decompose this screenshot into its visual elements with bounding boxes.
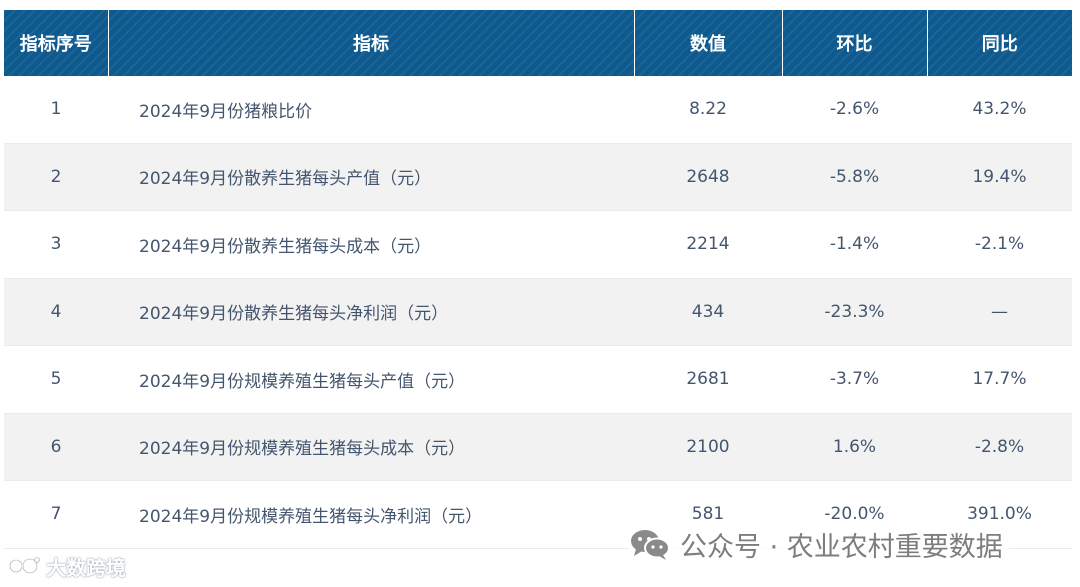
cell-indicator: 2024年9月份规模养殖生猪每头产值（元） [108,345,634,414]
wechat-icon [631,530,670,560]
cell-indicator: 2024年9月份规模养殖生猪每头净利润（元） [108,480,634,549]
table-row: 5 2024年9月份规模养殖生猪每头产值（元） 2681 -3.7% 17.7% [4,345,1072,414]
table-row: 4 2024年9月份散养生猪每头净利润（元） 434 -23.3% — [4,278,1072,346]
cell-value: 2681 [634,345,782,414]
cell-yoy: 17.7% [927,345,1072,414]
cell-mom: -3.7% [782,345,927,414]
table-row: 6 2024年9月份规模养殖生猪每头成本（元） 2100 1.6% -2.8% [4,413,1072,481]
table-body: 1 2024年9月份猪粮比价 8.22 -2.6% 43.2% 2 2024年9… [4,76,1072,549]
cell-yoy: — [927,278,1072,346]
column-header-indicator: 指标 [108,10,635,76]
cell-value: 2214 [634,210,782,279]
cell-value: 2100 [634,413,782,481]
cell-mom: -23.3% [782,278,927,346]
cell-indicator: 2024年9月份散养生猪每头产值（元） [108,143,634,211]
cell-yoy: 43.2% [927,76,1072,144]
cell-mom: -1.4% [782,210,927,279]
watermark-left: 大数跨境 [8,552,126,580]
cell-mom: -2.6% [782,76,927,144]
cell-value: 2648 [634,143,782,211]
cell-index: 2 [4,143,108,211]
column-header-index: 指标序号 [4,10,109,76]
cell-indicator: 2024年9月份散养生猪每头净利润（元） [108,278,634,346]
column-header-value: 数值 [634,10,783,76]
column-header-mom: 环比 [782,10,928,76]
cell-yoy: 19.4% [927,143,1072,211]
data-table: 指标序号 指标 数值 环比 同比 1 2024年9月份猪粮比价 8.22 -2.… [4,10,1072,549]
watermark-right-text: 公众号 · 农业农村重要数据 [680,531,1003,563]
cell-mom: 1.6% [782,413,927,481]
cell-indicator: 2024年9月份猪粮比价 [108,76,634,144]
cell-index: 4 [4,278,108,346]
table-row: 1 2024年9月份猪粮比价 8.22 -2.6% 43.2% [4,76,1072,144]
cell-indicator: 2024年9月份规模养殖生猪每头成本（元） [108,413,634,481]
table-row: 3 2024年9月份散养生猪每头成本（元） 2214 -1.4% -2.1% [4,210,1072,279]
watermark-left-text: 大数跨境 [46,555,126,580]
page: 指标序号 指标 数值 环比 同比 1 2024年9月份猪粮比价 8.22 -2.… [0,0,1080,587]
cell-index: 3 [4,210,108,279]
table-row: 2 2024年9月份散养生猪每头产值（元） 2648 -5.8% 19.4% [4,143,1072,211]
logo-icon [8,557,40,575]
table-header-row: 指标序号 指标 数值 环比 同比 [4,10,1072,76]
cell-yoy: -2.8% [927,413,1072,481]
column-header-yoy: 同比 [927,10,1072,76]
cell-yoy: -2.1% [927,210,1072,279]
cell-indicator: 2024年9月份散养生猪每头成本（元） [108,210,634,279]
cell-index: 7 [4,480,108,549]
cell-mom: -5.8% [782,143,927,211]
cell-index: 6 [4,413,108,481]
cell-index: 5 [4,345,108,414]
cell-value: 434 [634,278,782,346]
cell-index: 1 [4,76,108,144]
watermark-right: 公众号 · 农业农村重要数据 [628,522,1009,566]
cell-value: 8.22 [634,76,782,144]
